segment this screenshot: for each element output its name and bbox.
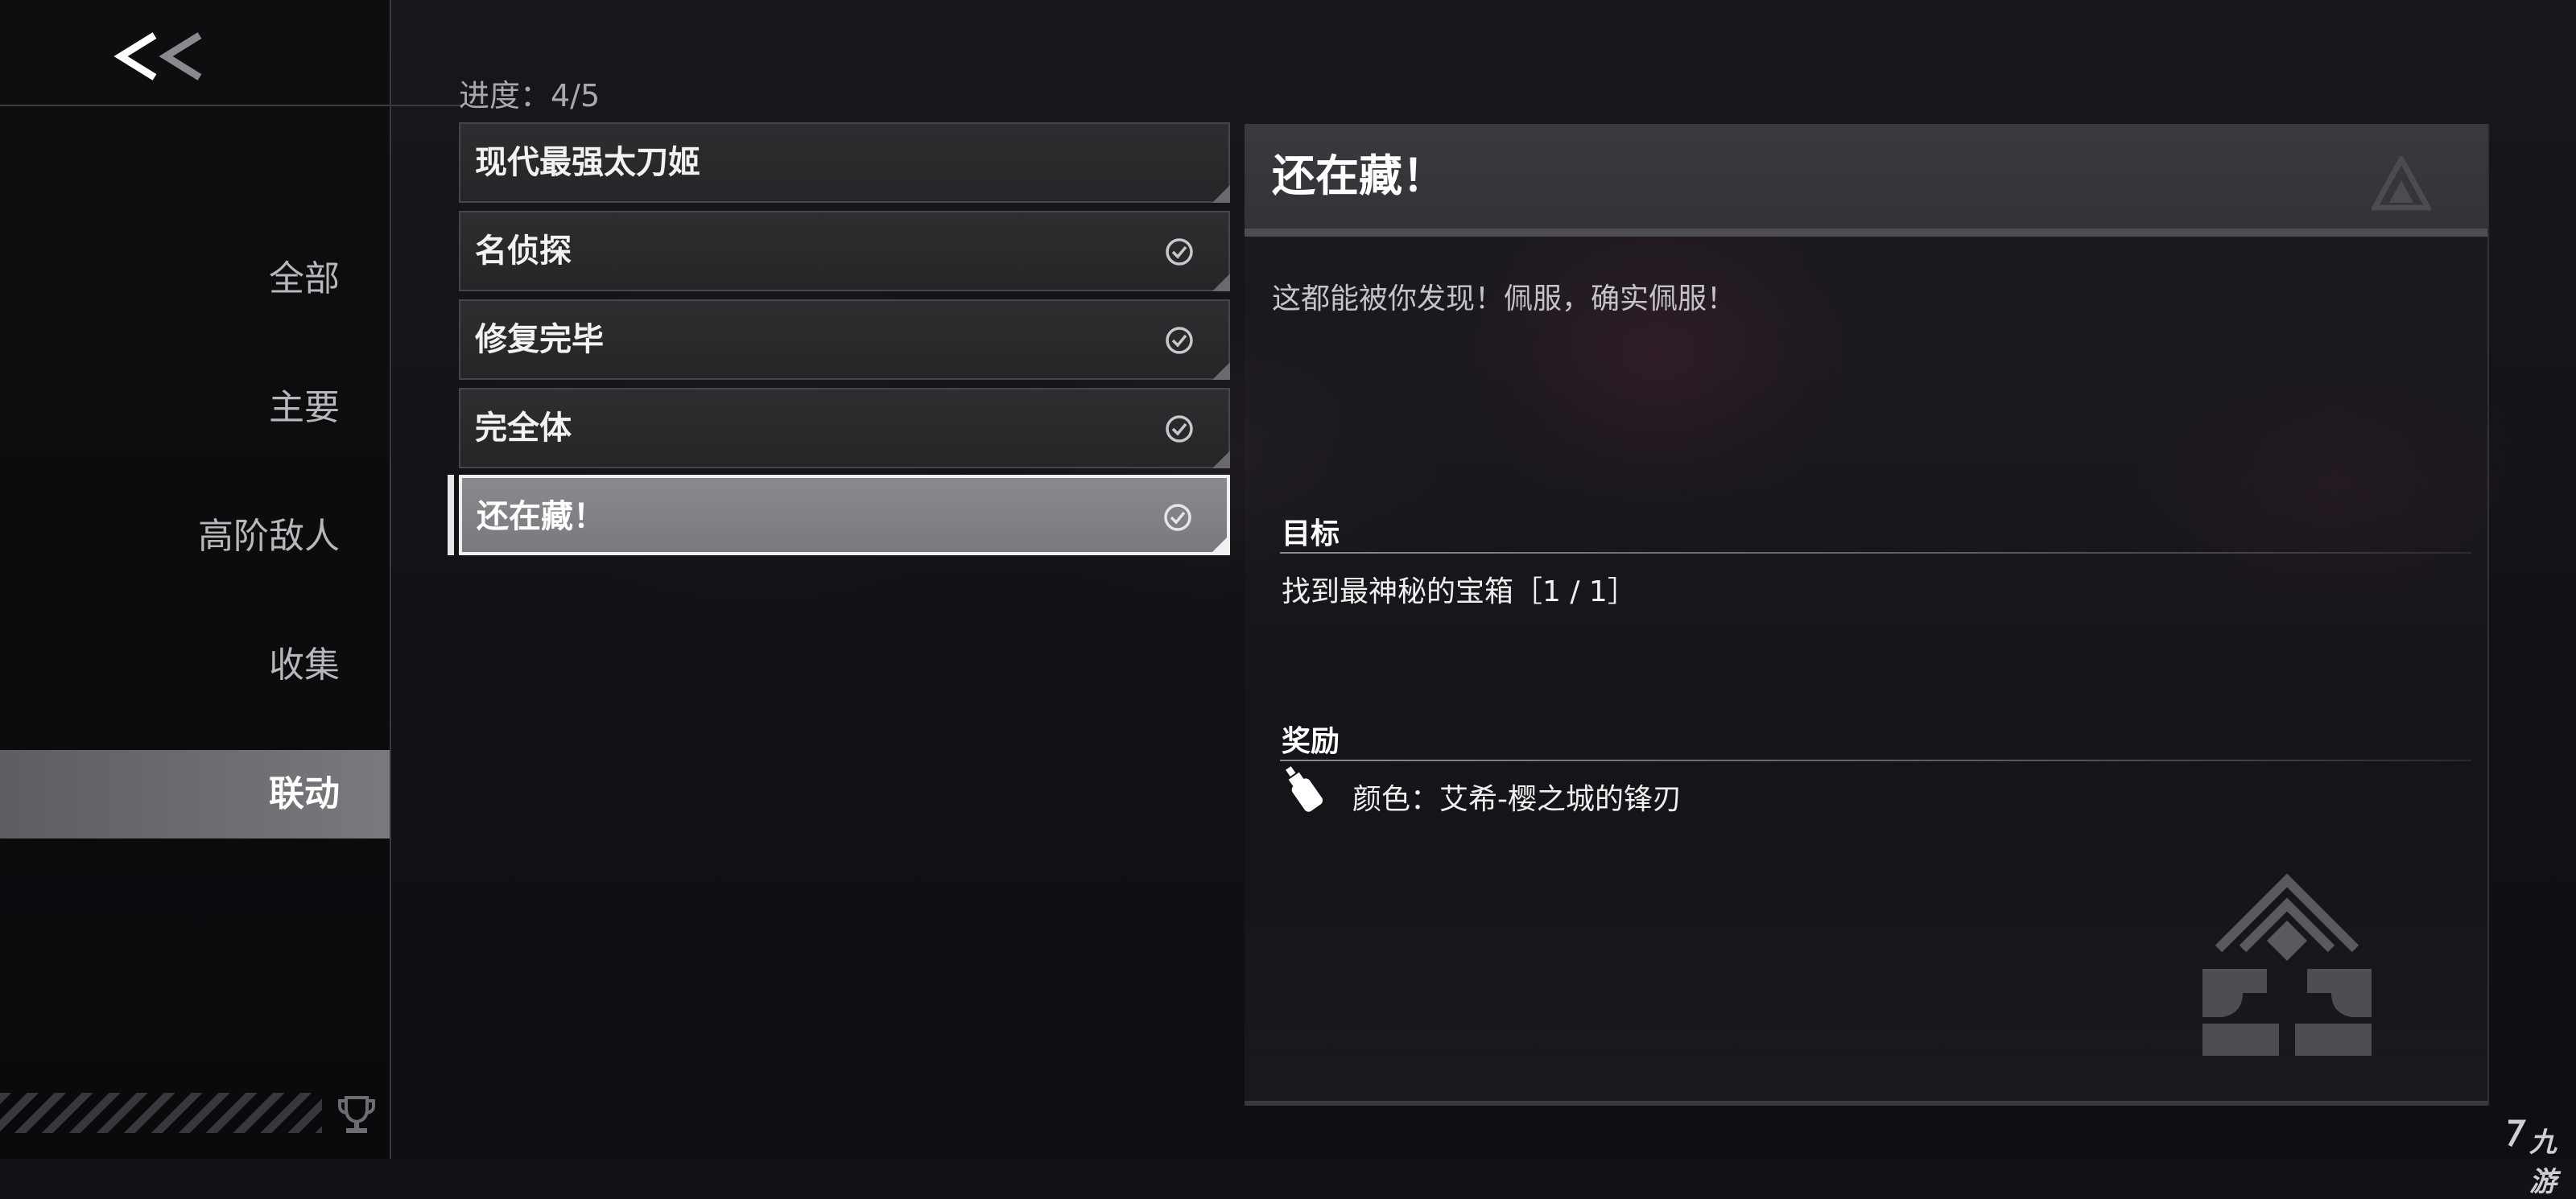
back-button[interactable]	[105, 24, 209, 97]
achievement-item[interactable]: 完全体	[459, 388, 1230, 468]
detail-panel: 还在藏！ 这都能被你发现！佩服，确实佩服！ 目标 找到最神秘的宝箱［1 / 1］…	[1245, 124, 2489, 1106]
detail-description: 这都能被你发现！佩服，确实佩服！	[1272, 282, 1736, 315]
progress-text: 进度：4/5	[459, 78, 601, 113]
trophy-icon[interactable]	[333, 1091, 380, 1138]
check-circle-icon	[1166, 415, 1193, 443]
sidebar-divider	[0, 105, 390, 106]
detail-header: 还在藏！	[1245, 124, 2487, 237]
reward-heading: 奖励	[1282, 725, 1340, 758]
objective-text: 找到最神秘的宝箱［1 / 1］	[1282, 575, 1637, 608]
achievement-title: 完全体	[475, 410, 572, 447]
achievement-item[interactable]: 名侦探	[459, 211, 1230, 291]
achievement-item[interactable]: 现代最强太刀姬	[459, 122, 1230, 203]
check-circle-icon	[1164, 504, 1191, 531]
achievement-item-selected[interactable]: 还在藏！	[459, 475, 1230, 555]
achievement-title: 名侦探	[475, 233, 572, 270]
category-all[interactable]: 全部	[0, 235, 390, 323]
decorative-hatch	[0, 1093, 322, 1133]
check-circle-icon	[1166, 238, 1193, 266]
header-divider	[390, 105, 462, 106]
corner-decoration	[1212, 362, 1230, 380]
category-collection[interactable]: 收集	[0, 621, 390, 710]
watermark-logo-icon	[2508, 1119, 2527, 1147]
panel-bottom-bar	[1245, 1101, 2487, 1106]
category-main[interactable]: 主要	[0, 364, 390, 452]
corner-decoration	[1212, 185, 1230, 203]
objective-heading: 目标	[1282, 517, 1340, 550]
corner-decoration	[1211, 536, 1228, 554]
achievement-item[interactable]: 修复完毕	[459, 299, 1230, 380]
reward-text: 颜色：艾希-樱之城的锋刃	[1352, 783, 1682, 816]
achievement-title: 现代最强太刀姬	[475, 144, 700, 181]
category-elite-enemies[interactable]: 高阶敌人	[0, 492, 390, 581]
reward-divider	[1280, 760, 2471, 761]
corner-decoration	[1212, 274, 1230, 291]
sidebar: 全部 主要 高阶敌人 收集 联动	[0, 0, 391, 1159]
watermark-text: 九游	[2529, 1127, 2557, 1198]
detail-title: 还在藏！	[1272, 150, 1446, 201]
double-chevron-left-icon	[114, 32, 202, 80]
objective-divider	[1280, 552, 2471, 554]
corner-decoration	[1212, 451, 1230, 468]
emblem-icon	[2202, 873, 2372, 1056]
achievement-title: 修复完毕	[475, 321, 604, 358]
check-circle-icon	[1166, 327, 1193, 354]
logo-icon	[2372, 156, 2431, 211]
category-collab[interactable]: 联动	[0, 750, 390, 838]
achievement-title: 还在藏！	[477, 498, 605, 535]
paint-bottle-icon	[1286, 766, 1323, 812]
selection-marker	[448, 475, 454, 555]
